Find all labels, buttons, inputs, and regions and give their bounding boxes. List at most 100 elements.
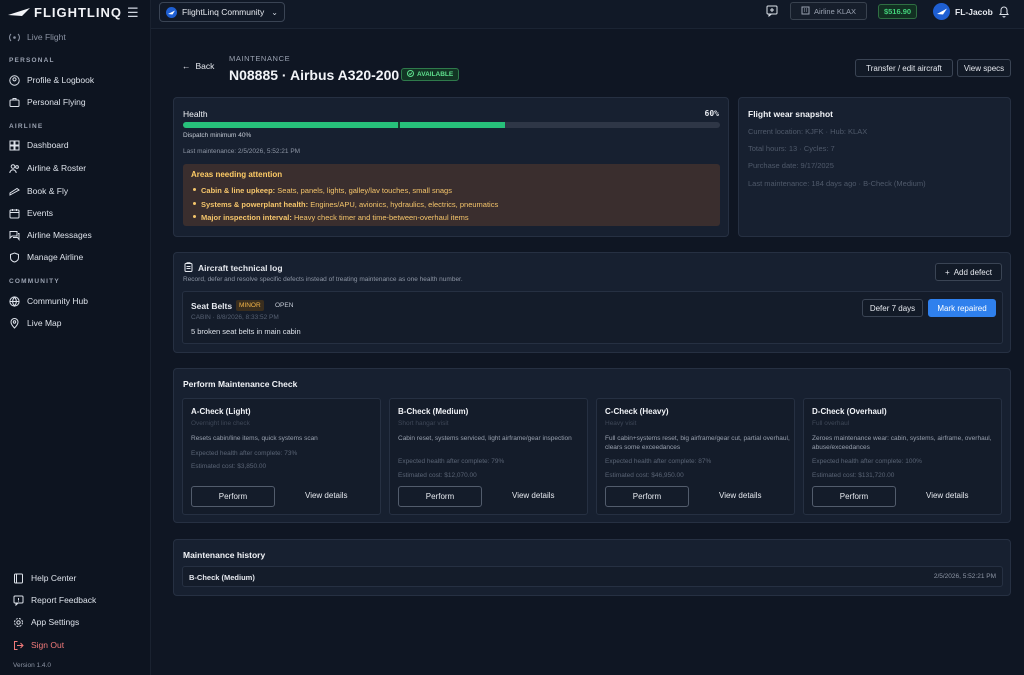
health-progress-bar	[183, 122, 720, 128]
perform-button[interactable]: Perform	[605, 486, 689, 507]
sidebar-item-label: Help Center	[31, 573, 77, 583]
check-expected-health: Expected health after complete: 100%	[812, 458, 922, 465]
list-item: Major inspection interval: Heavy check t…	[192, 211, 498, 225]
attention-label: Cabin & line upkeep:	[201, 186, 276, 195]
check-estimated-cost: Estimated cost: $3,850.00	[191, 463, 267, 470]
sidebar-item-label: Book & Fly	[27, 186, 69, 196]
view-details-link[interactable]: View details	[926, 491, 969, 500]
shield-icon	[9, 251, 20, 263]
calendar-icon	[9, 208, 20, 219]
sidebar-item-label: Events	[27, 208, 53, 218]
section-airline: AIRLINE	[9, 123, 44, 130]
view-specs-button[interactable]: View specs	[957, 59, 1011, 77]
add-defect-button[interactable]: + Add defect	[935, 263, 1002, 281]
user-menu[interactable]: FL-Jacob	[933, 3, 993, 20]
brand-logo[interactable]: FLIGHTLINQ	[8, 4, 122, 20]
view-details-link[interactable]: View details	[512, 491, 555, 500]
sidebar-item-airline-messages[interactable]: Airline Messages	[9, 227, 92, 243]
snapshot-last-maintenance: Last maintenance: 184 days ago · B-Check…	[748, 179, 926, 188]
sidebar-item-label: Personal Flying	[27, 97, 86, 107]
defect-row: Seat Belts MINOR OPEN CABIN · 8/8/2026, …	[182, 291, 1003, 344]
mark-repaired-button[interactable]: Mark repaired	[928, 299, 996, 317]
sidebar-item-profile[interactable]: Profile & Logbook	[9, 72, 94, 88]
snapshot-purchase: Purchase date: 9/17/2025	[748, 161, 834, 170]
logout-icon	[13, 640, 24, 651]
menu-icon[interactable]: ☰	[127, 5, 139, 21]
sidebar-item-live-map[interactable]: Live Map	[9, 315, 62, 331]
snapshot-card: Flight wear snapshot Current location: K…	[738, 97, 1011, 237]
chat-icon[interactable]	[766, 5, 778, 19]
grid-icon	[9, 140, 20, 151]
sidebar-item-label: App Settings	[31, 617, 80, 627]
sidebar-item-book-fly[interactable]: Book & Fly	[9, 183, 68, 199]
sign-out-button[interactable]: Sign Out	[13, 637, 64, 653]
status-label: AVAILABLE	[417, 71, 454, 78]
sidebar-item-live-flight[interactable]: Live Flight	[9, 29, 66, 45]
community-select[interactable]: FlightLinq Community ⌄	[159, 2, 285, 22]
perform-button[interactable]: Perform	[398, 486, 482, 507]
sidebar-item-label: Community Hub	[27, 296, 88, 306]
add-defect-label: Add defect	[953, 267, 992, 277]
chevron-down-icon: ⌄	[271, 7, 278, 17]
defer-button[interactable]: Defer 7 days	[862, 299, 923, 317]
attention-label: Systems & powerplant health:	[201, 199, 309, 209]
sign-out-label: Sign Out	[31, 640, 65, 650]
check-card-c: C-Check (Heavy) Heavy visit Full cabin+s…	[596, 398, 795, 515]
techlog-subtitle: Record, defer and resolve specific defec…	[183, 276, 463, 283]
check-expected-health: Expected health after complete: 87%	[605, 458, 712, 465]
perform-button[interactable]: Perform	[191, 486, 275, 507]
sidebar-item-events[interactable]: Events	[9, 205, 53, 221]
sidebar-item-manage-airline[interactable]: Manage Airline	[9, 249, 83, 265]
sidebar-item-community-hub[interactable]: Community Hub	[9, 293, 88, 309]
check-card-b: B-Check (Medium) Short hangar visit Cabi…	[389, 398, 588, 515]
gear-icon	[13, 617, 24, 628]
check-estimated-cost: Estimated cost: $131,720.00	[812, 472, 895, 479]
snapshot-title: Flight wear snapshot	[748, 109, 834, 119]
sidebar-item-label: Manage Airline	[27, 252, 84, 262]
back-button[interactable]: ← Back	[182, 61, 214, 71]
section-community: COMMUNITY	[9, 278, 60, 285]
attention-label: Major inspection interval:	[201, 213, 292, 222]
sidebar-item-dashboard[interactable]: Dashboard	[9, 137, 69, 153]
attention-text: Heavy check timer and time-between-overh…	[293, 213, 469, 222]
perform-button[interactable]: Perform	[812, 486, 896, 507]
checks-title: Perform Maintenance Check	[183, 379, 298, 389]
dispatch-minimum-marker	[398, 122, 400, 128]
clipboard-icon	[184, 262, 193, 274]
check-description: Resets cabin/line items, quick systems s…	[191, 435, 318, 442]
page-title: N08885 · Airbus A320-200	[229, 67, 400, 83]
sidebar-item-personal-flying[interactable]: Personal Flying	[9, 94, 86, 110]
back-label: Back	[195, 61, 215, 71]
sidebar-item-app-settings[interactable]: App Settings	[13, 614, 79, 630]
sidebar-item-label: Profile & Logbook	[27, 75, 95, 85]
checks-card: Perform Maintenance Check A-Check (Light…	[173, 368, 1011, 523]
section-label: MAINTENANCE	[229, 54, 291, 63]
check-description: Zeroes maintenance wear: cabin, systems,…	[812, 435, 992, 451]
users-icon	[9, 163, 20, 174]
check-expected-health: Expected health after complete: 79%	[398, 458, 505, 465]
arrow-left-icon: ←	[182, 61, 191, 71]
check-expected-health: Expected health after complete: 73%	[191, 450, 298, 457]
techlog-header: Aircraft technical log	[184, 262, 283, 274]
bell-icon[interactable]	[998, 5, 1010, 20]
sidebar-item-report-feedback[interactable]: Report Feedback	[13, 592, 96, 608]
sidebar-item-help-center[interactable]: Help Center	[13, 570, 76, 586]
health-percent: 60%	[704, 109, 719, 118]
airline-switcher[interactable]: Airline KLAX	[790, 2, 867, 20]
globe-icon	[9, 295, 20, 307]
sidebar: FLIGHTLINQ ☰ Live Flight PERSONAL Profil…	[0, 0, 151, 675]
feedback-icon	[13, 595, 24, 606]
community-logo-icon	[166, 6, 177, 18]
view-details-link[interactable]: View details	[719, 491, 762, 500]
check-subtitle: Short hangar visit	[398, 420, 449, 427]
list-item: Systems & powerplant health: Engines/APU…	[192, 198, 498, 212]
check-estimated-cost: Estimated cost: $46,950.00	[605, 472, 684, 479]
check-subtitle: Full overhaul	[812, 420, 850, 427]
community-name: FlightLinq Community	[182, 7, 265, 17]
view-details-link[interactable]: View details	[305, 491, 348, 500]
sidebar-item-airline-roster[interactable]: Airline & Roster	[9, 160, 86, 176]
transfer-aircraft-button[interactable]: Transfer / edit aircraft	[855, 59, 953, 77]
table-row[interactable]: B-Check (Medium) 2/5/2026, 5:52:21 PM	[182, 566, 1003, 587]
airline-name: Airline KLAX	[813, 6, 857, 16]
history-check-name: B-Check (Medium)	[189, 573, 255, 582]
